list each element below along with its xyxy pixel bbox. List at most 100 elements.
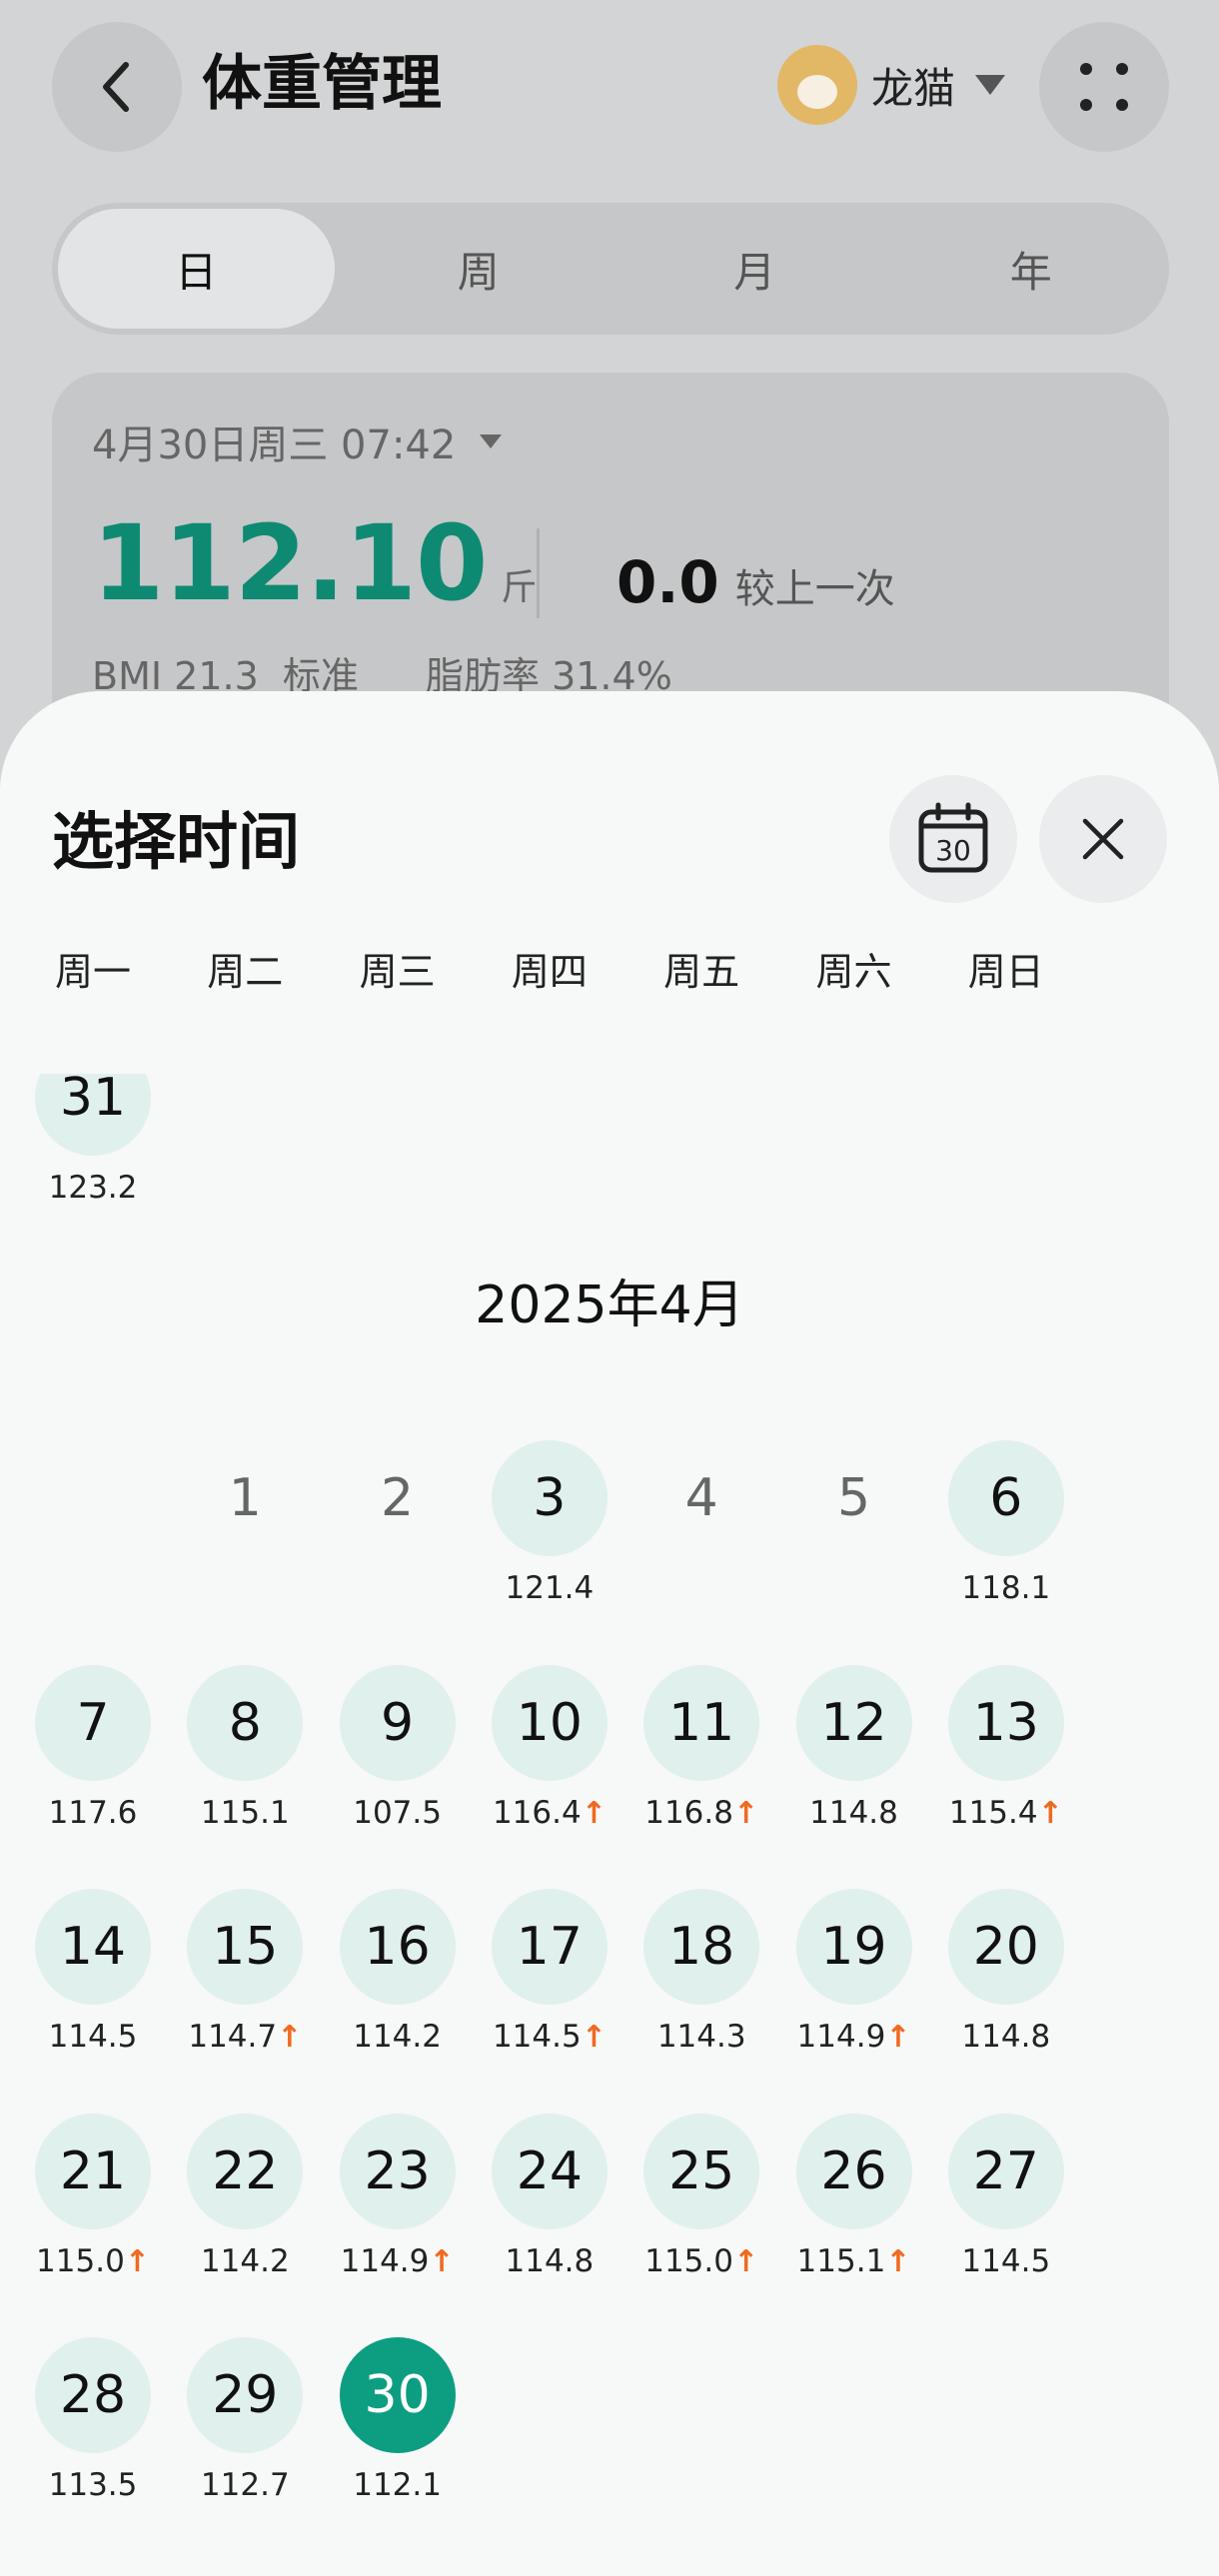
calendar-grid: 31 123.2 2025年4月 1 2 3 121.4 4 5 6 118.1 7 117.6 8 115… [0, 691, 1219, 2576]
calendar-day[interactable]: 28 113.5 [17, 2337, 169, 2537]
day-weight-value: 114.5 [17, 2019, 169, 2055]
day-weight-number: 114.8 [961, 2019, 1051, 2055]
calendar-day[interactable]: 29 112.7 [169, 2337, 321, 2537]
calendar-day[interactable]: 27 114.5 [930, 2113, 1082, 2313]
day-weight-number: 121.4 [505, 1570, 595, 1606]
calendar-day[interactable]: 24 114.8 [474, 2113, 625, 2313]
top-bar: 体重管理 龙猫 [0, 0, 1219, 175]
day-weight-number: 114.8 [505, 2242, 595, 2279]
calendar-day[interactable]: 23 114.9↑ [322, 2113, 474, 2313]
day-number: 15 [187, 1889, 304, 2005]
day-weight-value: 114.2 [322, 2019, 474, 2055]
day-weight-value: 112.7 [169, 2467, 321, 2503]
day-weight-number: 114.5 [961, 2242, 1051, 2279]
calendar-day[interactable]: 1 [169, 1440, 321, 1640]
day-weight-value: 114.9↑ [322, 2243, 474, 2279]
day-weight-value: 107.5 [322, 1795, 474, 1831]
calendar-day[interactable]: 4 [625, 1440, 777, 1640]
calendar-day[interactable]: 13 115.4↑ [930, 1664, 1082, 1865]
back-button[interactable] [52, 22, 182, 152]
calendar-day[interactable]: 12 114.8 [778, 1664, 930, 1865]
record-time-selector[interactable]: 4月30日周三 07:42 [92, 413, 503, 470]
calendar-day[interactable]: 16 114.2 [322, 1889, 474, 2089]
calendar-day[interactable]: 11 116.8↑ [625, 1664, 777, 1865]
change-label: 较上一次 [734, 566, 895, 612]
day-number: 30 [339, 2337, 456, 2453]
day-weight-number: 114.7 [188, 2019, 278, 2055]
day-number: 18 [643, 1889, 760, 2005]
calendar-day[interactable]: 10 116.4↑ [474, 1664, 625, 1865]
day-weight-value: 118.1 [930, 1570, 1082, 1606]
more-button[interactable] [1039, 22, 1169, 152]
calendar-day[interactable]: 18 114.3 [625, 1889, 777, 2089]
day-weight-value: 115.4↑ [930, 1795, 1082, 1831]
chevron-left-icon [103, 62, 129, 112]
calendar-day[interactable]: 6 118.1 [930, 1440, 1082, 1640]
day-number: 31 [35, 1074, 151, 1156]
day-weight-value: 116.8↑ [625, 1795, 777, 1831]
user-switcher[interactable]: 龙猫 [777, 45, 1006, 125]
day-number: 20 [947, 1889, 1064, 2005]
day-number: 5 [836, 1468, 871, 1528]
weight-value: 112.10 [92, 502, 488, 624]
day-weight-number: 115.1 [200, 1794, 290, 1831]
calendar-day[interactable]: 31 123.2 [17, 1074, 169, 1234]
avatar[interactable] [777, 45, 857, 125]
calendar-day[interactable]: 22 114.2 [169, 2113, 321, 2313]
tab-1[interactable]: 周 [341, 203, 617, 335]
calendar-day[interactable]: 19 114.9↑ [778, 1889, 930, 2089]
calendar-day[interactable]: 30 112.1 [322, 2337, 474, 2537]
calendar-day[interactable]: 3 121.4 [474, 1440, 625, 1640]
day-number: 7 [35, 1664, 151, 1781]
up-arrow-icon: ↑ [1037, 1795, 1063, 1831]
day-number: 19 [795, 1889, 912, 2005]
day-number: 1 [228, 1468, 262, 1528]
calendar-day[interactable]: 25 115.0↑ [625, 2113, 777, 2313]
day-weight-number: 114.5 [492, 2019, 582, 2055]
up-arrow-icon: ↑ [581, 1795, 607, 1831]
calendar-day[interactable]: 17 114.5↑ [474, 1889, 625, 2089]
previous-month-tail: 31 123.2 [0, 1074, 1219, 1234]
day-number: 27 [947, 2113, 1064, 2229]
day-weight-value: 117.6 [17, 1795, 169, 1831]
day-number: 12 [795, 1664, 912, 1781]
day-number: 10 [491, 1664, 608, 1781]
calendar-day[interactable]: 21 115.0↑ [17, 2113, 169, 2313]
day-weight-value: 114.8 [474, 2243, 625, 2279]
day-number: 13 [947, 1664, 1064, 1781]
tab-0[interactable]: 日 [58, 209, 335, 329]
weight-unit: 斤 [501, 567, 538, 608]
dropdown-arrow-icon [480, 434, 503, 448]
calendar-day[interactable]: 20 114.8 [930, 1889, 1082, 2089]
day-weight-value: 114.5↑ [474, 2019, 625, 2055]
calendar-day[interactable]: 14 114.5 [17, 1889, 169, 2089]
tab-2[interactable]: 月 [616, 203, 893, 335]
day-weight-value: 121.4 [474, 1570, 625, 1606]
day-weight-number: 114.2 [200, 2242, 290, 2279]
calendar-day[interactable]: 5 [778, 1440, 930, 1640]
day-weight-number: 116.4 [492, 1794, 582, 1831]
calendar-day[interactable]: 2 [322, 1440, 474, 1640]
calendar-day[interactable]: 8 115.1 [169, 1664, 321, 1865]
calendar-day[interactable]: 9 107.5 [322, 1664, 474, 1865]
day-weight-number: 114.9 [340, 2242, 430, 2279]
day-weight-value: 115.0↑ [17, 2243, 169, 2279]
up-arrow-icon: ↑ [581, 2020, 607, 2055]
record-time: 4月30日周三 07:42 [92, 423, 457, 468]
day-weight-value: 115.1↑ [778, 2243, 930, 2279]
day-number: 9 [339, 1664, 456, 1781]
tab-3[interactable]: 年 [893, 203, 1170, 335]
up-arrow-icon: ↑ [732, 1795, 759, 1831]
day-weight-value: 113.5 [17, 2467, 169, 2503]
day-number: 6 [947, 1440, 1064, 1556]
calendar-day[interactable]: 7 117.6 [17, 1664, 169, 1865]
day-weight-number: 114.9 [796, 2019, 886, 2055]
day-number: 14 [35, 1889, 151, 2005]
day-number: 22 [187, 2113, 304, 2229]
day-weight-number: 114.3 [656, 2019, 746, 2055]
day-weight-number: 113.5 [48, 2467, 138, 2503]
calendar-day[interactable]: 26 115.1↑ [778, 2113, 930, 2313]
calendar-day[interactable]: 15 114.7↑ [169, 1889, 321, 2089]
day-weight-value: 114.8 [930, 2019, 1082, 2055]
up-arrow-icon: ↑ [732, 2243, 759, 2279]
